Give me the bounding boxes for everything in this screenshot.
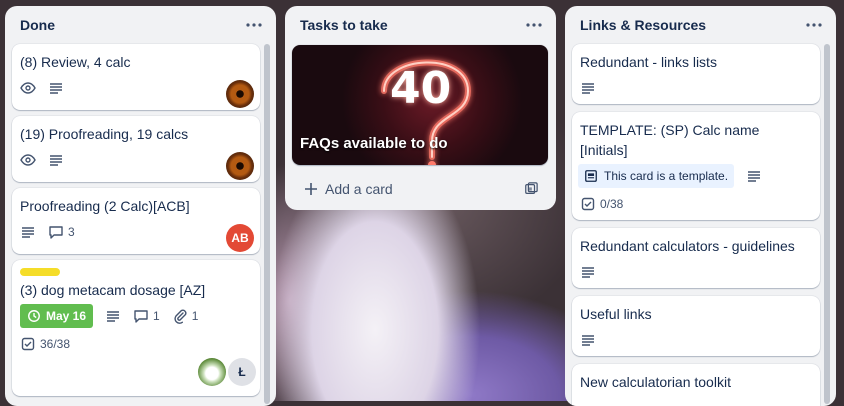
ellipsis-icon[interactable] [802,13,826,37]
list-tasks-to-take: Tasks to take 40 FAQs available to do Ad… [285,6,556,210]
description-icon [48,80,64,96]
checklist-icon [20,336,36,352]
add-card-button[interactable]: Add a card [293,173,548,205]
checklist-badge: 36/38 [20,336,70,352]
card-with-cover[interactable]: 40 FAQs available to do [292,45,548,165]
avatar[interactable] [198,358,226,386]
comment-icon [133,308,149,324]
card-title: New calculatorian toolkit [580,374,731,390]
comment-badge: 3 [48,224,75,240]
cover-number: 40 [390,63,452,114]
list-header: Tasks to take [285,6,556,44]
description-icon [48,152,64,168]
avatar-initials: Ł [238,365,246,379]
eye-icon [20,152,36,168]
card-title: (19) Proofreading, 19 calcs [20,126,189,142]
list-title[interactable]: Done [20,17,55,33]
clock-icon [27,309,41,323]
avatar[interactable]: Ł [228,358,256,386]
card[interactable]: (19) Proofreading, 19 calcs [12,116,260,182]
card-title: (8) Review, 4 calc [20,54,131,70]
card-title: Redundant - links lists [580,54,717,70]
comment-icon [48,224,64,240]
template-text: This card is a template. [604,169,729,183]
card-badges [580,262,812,282]
card-template[interactable]: TEMPLATE: (SP) Calc name [Initials] This… [572,112,820,220]
due-date-text: May 16 [46,309,87,323]
card[interactable]: Redundant calculators - guidelines [572,228,820,288]
comment-badge: 1 [133,308,160,324]
card-badges-row2: 0/38 [580,194,812,214]
template-create-icon[interactable] [524,182,538,196]
card-title: Redundant calculators - guidelines [580,238,795,254]
description-icon [580,332,596,348]
description-icon [20,224,36,240]
list-header: Done [5,6,276,44]
card-title: TEMPLATE: (SP) Calc name [Initials] [580,122,760,158]
card-title: (3) dog metacam dosage [AZ] [20,282,206,298]
paperclip-icon [172,308,188,324]
card[interactable]: New calculatorian toolkit [572,364,820,406]
card[interactable]: (3) dog metacam dosage [AZ] May 16 1 1 3… [12,260,260,396]
comment-count: 1 [153,309,160,323]
plus-icon [305,183,317,195]
card-label[interactable] [20,268,60,276]
eye-icon [20,80,36,96]
template-badge: This card is a template. [578,164,735,188]
card-title: Proofreading (2 Calc)[ACB] [20,198,190,214]
card-badges-row2: 36/38 [20,334,252,354]
checklist-icon [580,196,596,212]
card-badges [20,150,252,170]
attachment-count: 1 [191,309,199,323]
description-icon [580,80,596,96]
list-scrollbar[interactable] [264,44,270,404]
list-scrollbar[interactable] [824,44,830,404]
card[interactable]: Proofreading (2 Calc)[ACB] 3 AB [12,188,260,254]
list-title[interactable]: Links & Resources [580,17,706,33]
card[interactable]: Useful links [572,296,820,356]
description-icon [580,264,596,280]
ellipsis-icon[interactable] [522,13,546,37]
add-card-label: Add a card [325,181,393,197]
card-cover-image: 40 FAQs available to do [292,45,548,165]
attachment-badge: 1 [172,308,199,324]
list-title[interactable]: Tasks to take [300,17,388,33]
template-icon [584,169,598,183]
card[interactable]: Redundant - links lists [572,44,820,104]
card-title: FAQs available to do [300,135,448,152]
card-badges: 3 [20,222,252,242]
avatar-initials: AB [231,231,249,245]
description-icon [105,308,121,324]
avatar[interactable] [226,80,254,108]
comment-count: 3 [68,225,75,239]
description-icon [746,168,762,184]
list-links-resources: Links & Resources Redundant - links list… [565,6,836,406]
list-header: Links & Resources [565,6,836,44]
avatar[interactable]: AB [226,224,254,252]
card-badges: May 16 1 1 [20,304,252,328]
list-done: Done (8) Review, 4 calc (19) Proofreadin… [5,6,276,406]
card[interactable]: (8) Review, 4 calc [12,44,260,110]
card-badges [580,78,812,98]
due-date-badge[interactable]: May 16 [20,304,94,328]
card-badges: This card is a template. [578,164,812,188]
card-title: Useful links [580,306,652,322]
card-badges [20,78,252,98]
avatar[interactable] [226,152,254,180]
checklist-count: 0/38 [600,197,624,211]
ellipsis-icon[interactable] [242,13,266,37]
card-badges [580,330,812,350]
checklist-badge: 0/38 [580,196,623,212]
checklist-count: 36/38 [40,337,71,351]
